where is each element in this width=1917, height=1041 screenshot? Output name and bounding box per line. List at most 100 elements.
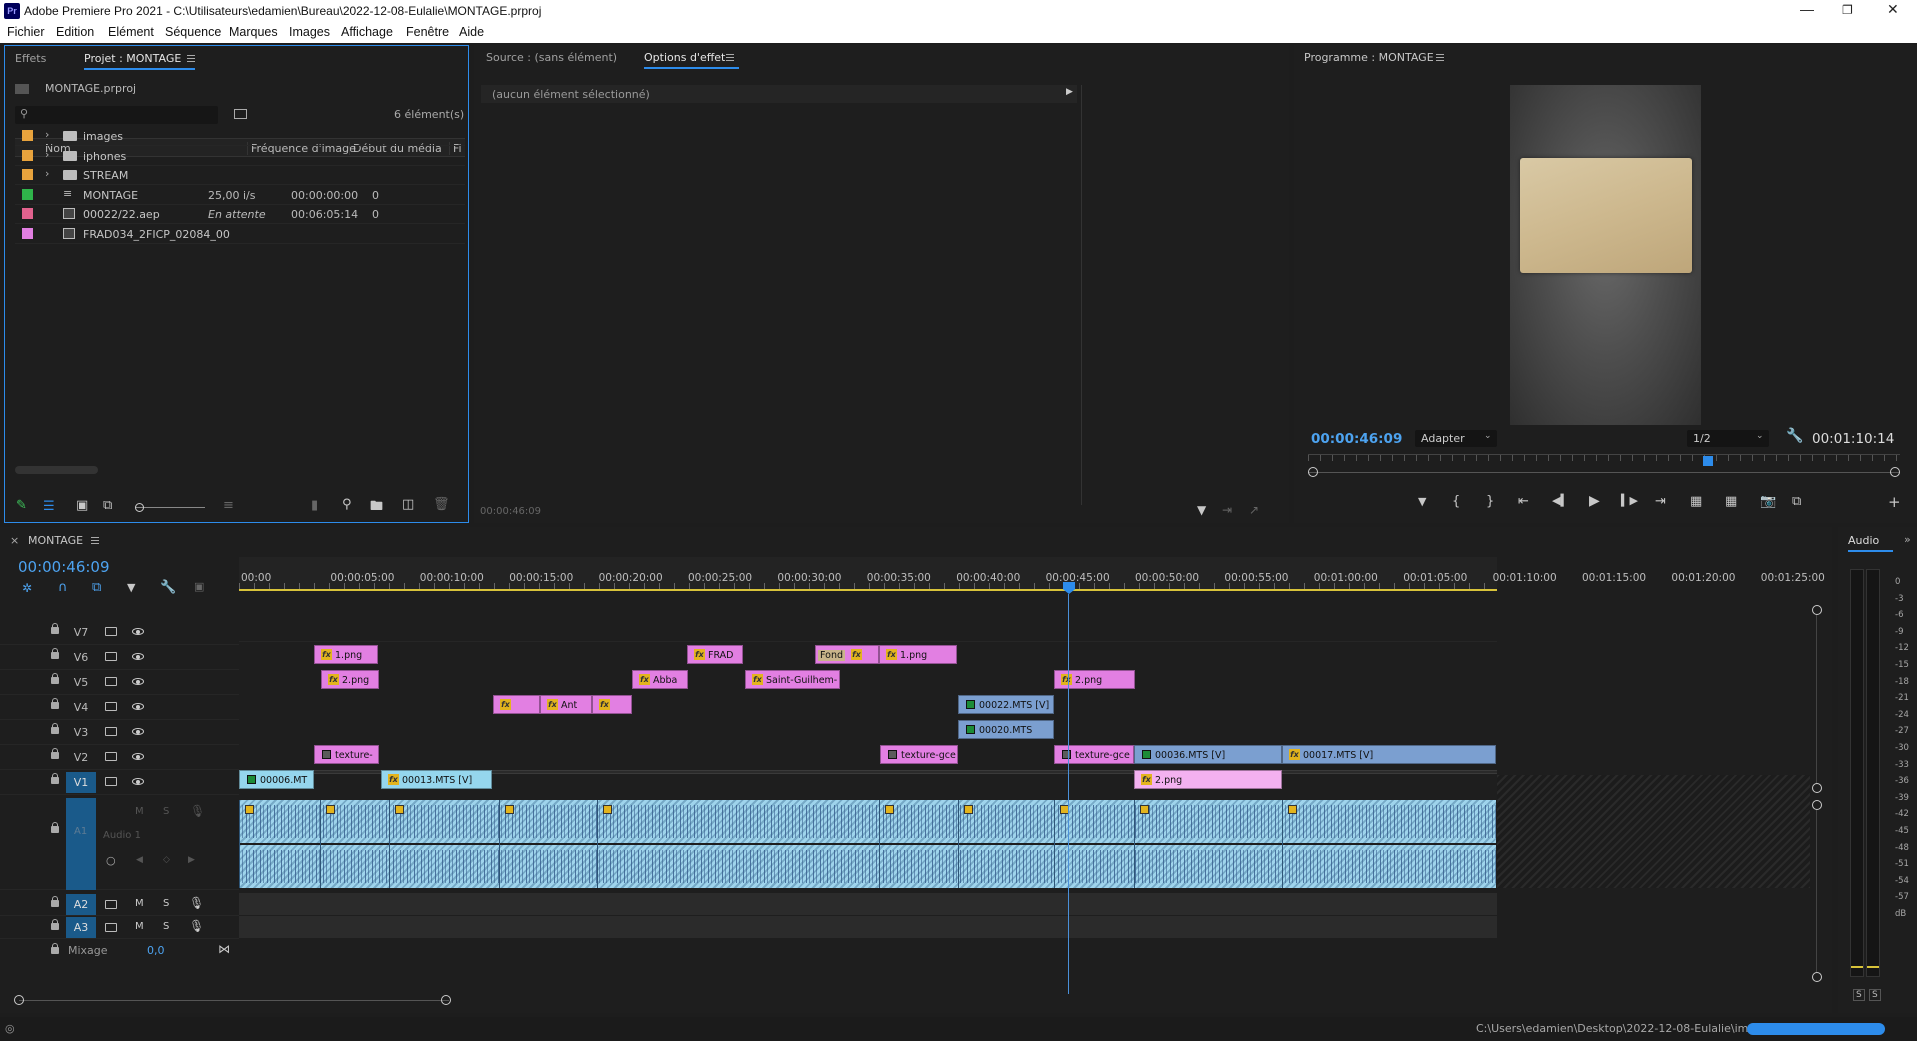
clip-v5-2png-b[interactable]: fx 2.png: [1054, 670, 1135, 689]
audio-clip-a1-left[interactable]: [239, 800, 1496, 843]
step-back-icon[interactable]: ◀▍: [1552, 494, 1569, 507]
track-name-v4[interactable]: V4: [66, 697, 96, 718]
mark-out-icon[interactable]: }: [1486, 494, 1494, 509]
solo-button[interactable]: S: [163, 898, 169, 909]
track-name-v7[interactable]: V7: [66, 622, 96, 643]
sort-icon[interactable]: ≡: [223, 498, 234, 513]
lock-icon[interactable]: [51, 748, 59, 759]
mix-icon[interactable]: ⋈: [218, 942, 230, 956]
menu-images[interactable]: Images: [289, 25, 330, 39]
fx-badge-icon[interactable]: [964, 805, 973, 814]
fx-badge-icon[interactable]: [505, 805, 514, 814]
linked-selection-icon[interactable]: ⧉: [92, 580, 101, 595]
fx-badge-icon[interactable]: [326, 805, 335, 814]
tab-source[interactable]: Source : (sans élément): [486, 51, 617, 64]
clip-v3-00020mts[interactable]: 00020.MTS: [958, 720, 1054, 739]
expand-arrow-icon[interactable]: ▶: [1066, 87, 1073, 97]
sync-lock-icon[interactable]: [105, 752, 117, 761]
eye-icon[interactable]: [132, 753, 144, 760]
range-start-handle[interactable]: [1308, 467, 1318, 477]
track-name-a3[interactable]: A3: [66, 917, 96, 938]
play-audio-icon[interactable]: ⇥: [1222, 503, 1232, 517]
clip-v6-1png-b[interactable]: fx 1.png: [879, 645, 957, 664]
timeline-timecode[interactable]: 00:00:46:09: [18, 558, 110, 576]
sync-lock-icon[interactable]: [105, 900, 117, 909]
tab-options-effet[interactable]: Options d'effet: [644, 51, 740, 69]
microphone-icon[interactable]: 🎙: [189, 896, 204, 910]
lock-icon[interactable]: [51, 943, 59, 954]
tab-effets[interactable]: Effets: [15, 52, 46, 65]
captions-icon[interactable]: ▣: [194, 580, 204, 593]
program-time-ruler[interactable]: [1308, 454, 1900, 477]
lock-icon[interactable]: [51, 698, 59, 709]
fx-badge-icon[interactable]: [1140, 805, 1149, 814]
clip-v5-2png[interactable]: fx 2.png: [321, 670, 379, 689]
next-keyframe-icon[interactable]: ▶: [188, 855, 195, 865]
go-to-in-icon[interactable]: ⇤: [1518, 494, 1529, 509]
sync-lock-icon[interactable]: [105, 677, 117, 686]
mute-button[interactable]: M: [135, 898, 144, 909]
sync-lock-icon[interactable]: [105, 627, 117, 636]
menu-fenetre[interactable]: Fenêtre: [406, 25, 449, 39]
clip-v1-00006mt[interactable]: 00006.MT: [239, 770, 314, 789]
range-end-handle[interactable]: [1890, 467, 1900, 477]
lock-icon[interactable]: [51, 822, 59, 833]
fx-badge-icon[interactable]: [245, 805, 254, 814]
nest-icon[interactable]: ✲: [22, 581, 32, 595]
add-button-icon[interactable]: +: [1888, 493, 1901, 511]
marker-icon[interactable]: ▼: [1418, 495, 1426, 508]
program-timecode[interactable]: 00:00:46:09: [1311, 431, 1402, 447]
list-item[interactable]: › STREAM: [15, 165, 465, 186]
play-icon[interactable]: ▶: [1589, 493, 1600, 509]
clip-v2-texture-gce-b[interactable]: texture-gce: [1054, 745, 1134, 764]
sync-lock-icon[interactable]: [105, 727, 117, 736]
list-item[interactable]: › images: [15, 126, 465, 146]
audio-clip-a1-right[interactable]: [239, 845, 1496, 888]
menu-aide[interactable]: Aide: [459, 25, 484, 39]
clip-v2-texture-gce[interactable]: texture-gce: [880, 745, 958, 764]
lock-icon[interactable]: [51, 648, 59, 659]
mute-button[interactable]: M: [135, 806, 144, 817]
expand-panel-icon[interactable]: »: [1904, 533, 1911, 546]
menu-affichage[interactable]: Affichage: [341, 25, 393, 39]
sequence-tab[interactable]: MONTAGE: [28, 534, 83, 547]
solo-button[interactable]: S: [163, 806, 169, 817]
clip-v4-ant[interactable]: fx Ant: [540, 695, 592, 714]
sync-lock-icon[interactable]: [105, 652, 117, 661]
clip-v4-fx-c[interactable]: fx: [592, 695, 632, 714]
microphone-icon[interactable]: 🎙: [190, 804, 205, 818]
fx-badge-icon[interactable]: [395, 805, 404, 814]
chevron-right-icon[interactable]: ›: [45, 148, 49, 161]
vscroll-video-top[interactable]: [1812, 605, 1822, 615]
clip-v5-abba[interactable]: fx Abba: [632, 670, 688, 689]
hscroll-end-handle[interactable]: [441, 995, 451, 1005]
vscroll-video-bottom[interactable]: [1812, 783, 1822, 793]
clip-v5-saint-guilhem[interactable]: fx Saint-Guilhem-: [745, 670, 840, 689]
menu-element[interactable]: Elément: [108, 25, 154, 39]
comparison-view-icon[interactable]: ⧉: [1792, 494, 1801, 509]
mute-button[interactable]: M: [135, 921, 144, 932]
new-item-icon[interactable]: ◫: [402, 497, 414, 512]
volume-knob-icon[interactable]: ○: [106, 854, 116, 867]
clip-v1-00013mts[interactable]: fx 00013.MTS [V]: [381, 770, 492, 789]
panel-menu-icon[interactable]: [187, 55, 195, 62]
pencil-icon[interactable]: ✎: [16, 498, 27, 513]
vscroll-audio-top[interactable]: [1812, 800, 1822, 810]
panel-menu-icon[interactable]: [1436, 54, 1444, 61]
program-preview[interactable]: [1510, 85, 1701, 425]
restore-icon[interactable]: ❐: [1842, 3, 1853, 17]
trash-icon[interactable]: 🗑: [433, 497, 450, 512]
clip-v6-frad[interactable]: fx FRAD: [687, 645, 743, 664]
clip-v6-fond[interactable]: Fond fx: [815, 645, 879, 664]
track-name-v6[interactable]: V6: [66, 647, 96, 668]
list-item[interactable]: 00022/22.aep En attente 00:06:05:14 0: [15, 204, 465, 225]
eye-icon[interactable]: [132, 703, 144, 710]
eye-icon[interactable]: [132, 628, 144, 635]
add-keyframe-icon[interactable]: ◇: [163, 855, 170, 865]
lock-icon[interactable]: [51, 673, 59, 684]
go-to-out-icon[interactable]: ⇥: [1655, 494, 1666, 509]
list-item[interactable]: FRAD034_2FICP_02084_00: [15, 224, 465, 244]
menu-edition[interactable]: Edition: [56, 25, 94, 39]
filter-icon[interactable]: ▼: [1197, 503, 1206, 517]
freeform-view-icon[interactable]: ⧉: [103, 498, 112, 513]
